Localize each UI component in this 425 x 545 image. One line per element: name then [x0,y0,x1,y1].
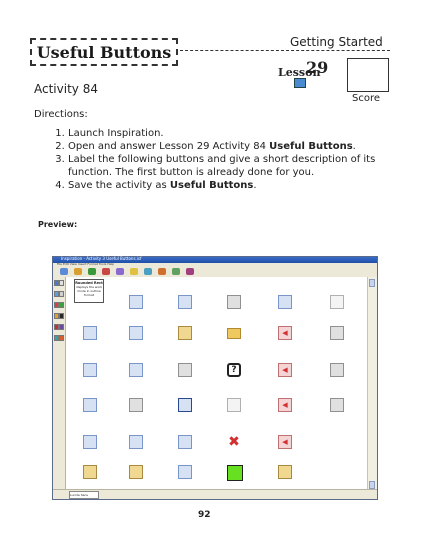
symbol-palette-icon[interactable] [59,291,64,297]
magnifier-icon [83,435,97,449]
spell-check-icon [330,295,344,309]
toolbar-button-icon[interactable] [74,268,82,275]
hammer-icon [178,465,192,479]
green-square-icon [227,465,243,481]
toolbar-button-icon[interactable] [116,268,124,275]
section-label: Getting Started [290,35,383,49]
printer-icon [227,295,241,309]
format-bar: Lucida Sans Unicode [53,489,377,499]
binoculars-icon [178,295,192,309]
numbering-icon [178,435,192,449]
step-item: Launch Inspiration. [68,127,398,140]
lesson-number: 29 [306,58,329,77]
page-number: 92 [198,510,211,520]
panel-icon [83,398,97,412]
activity-label: Activity 84 [34,82,98,96]
save-disk-icon [278,295,292,309]
vertical-scrollbar[interactable] [367,277,377,491]
list-icon [129,435,143,449]
end-icon: ◀ [278,435,292,449]
zoom-icon [129,326,143,340]
step-item: Open and answer Lesson 29 Activity 84 Us… [68,140,398,153]
delete-icon: ✖ [228,434,240,450]
page-icon [227,398,241,412]
pencil-icon [129,295,143,309]
window-controls[interactable] [359,258,375,273]
help-icon: ? [227,363,241,377]
arrange-icon [129,363,143,377]
step-item: Label the following buttons and give a s… [68,153,398,179]
toolbar-button-icon[interactable] [102,268,110,275]
print-preview-icon [178,363,192,377]
symbol-palette-icon[interactable] [59,313,64,319]
toolbar-button-icon[interactable] [144,268,152,275]
toolbar-button-icon[interactable] [186,268,194,275]
symbol-palette-icon[interactable] [59,302,64,308]
folder-icon [227,328,241,339]
page-title: Useful Buttons [36,42,172,62]
symbol-palette-icon[interactable] [59,335,64,341]
header-divider [180,50,390,51]
document-icon [129,398,143,412]
table-icon [83,326,97,340]
title-box: Useful Buttons [30,38,178,66]
menu-items[interactable]: File Edit View Insert Format Tools Help [57,262,114,266]
scroll-up-icon [369,279,375,287]
symbol-palette-icon[interactable] [59,324,64,330]
computer-icon [294,78,306,88]
font-selector[interactable]: Lucida Sans Unicode [69,491,99,499]
paint-icon [83,465,97,479]
play-icon: ◀ [278,398,292,412]
window-title: Inspiration - Activity 3 Useful Buttons.… [61,256,142,261]
grid-icon [330,326,344,340]
slide-icon [330,363,344,377]
score-box [347,58,389,92]
directions-label: Directions: [34,109,88,120]
back-arrow-icon: ◀ [278,363,292,377]
window-icon [83,363,97,377]
columns-icon [330,398,344,412]
undo-icon [178,398,192,412]
scroll-down-icon [369,481,375,489]
score-label: Score [352,93,381,104]
toolbar-button-icon[interactable] [88,268,96,275]
callout-box: Rounded Rect displays the work mode in o… [74,279,104,303]
clip-icon [129,465,143,479]
outline-list-icon [278,465,292,479]
symbol-palette [53,277,66,491]
toolbar-button-icon[interactable] [172,268,180,275]
toolbar-button-icon[interactable] [60,268,68,275]
lesson-badge: Lesson 29 [278,58,338,88]
diagram-canvas[interactable] [66,277,369,491]
previous-icon: ◀ [278,326,292,340]
step-item: Save the activity as Useful Buttons. [68,179,398,192]
symbol-palette-icon[interactable] [59,280,64,286]
preview-label: Preview: [38,220,78,229]
step-list: Launch Inspiration. Open and answer Less… [54,127,398,192]
toolbar-button-icon[interactable] [130,268,138,275]
tools-icon [178,326,192,340]
toolbar-button-icon[interactable] [158,268,166,275]
